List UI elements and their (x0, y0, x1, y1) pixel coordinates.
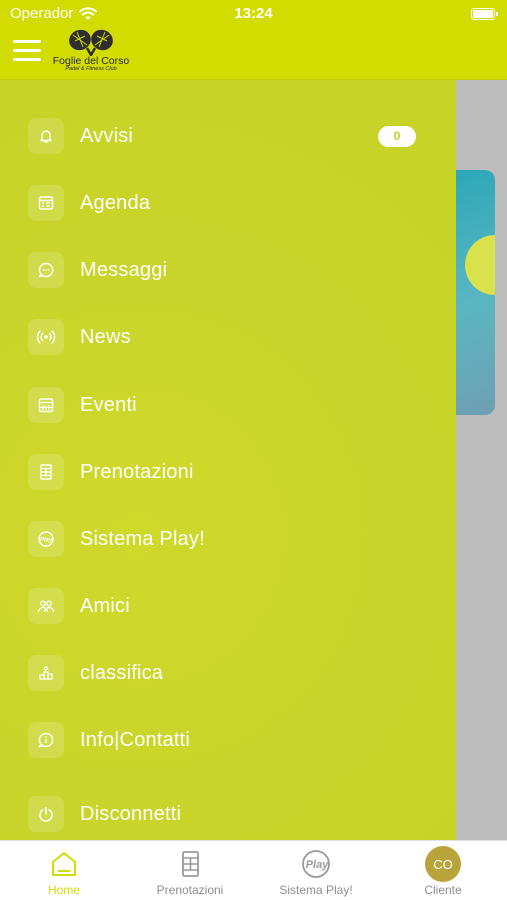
menu-item-prenotazioni[interactable]: Prenotazioni (28, 452, 438, 492)
friends-icon (28, 588, 64, 624)
play-icon: Play (28, 521, 64, 557)
hamburger-menu-icon[interactable] (13, 40, 41, 62)
play-icon: Play (256, 847, 376, 881)
menu-item-classifica[interactable]: classifica (28, 653, 438, 693)
racket-logo-icon (69, 29, 113, 56)
menu-item-agenda[interactable]: Agenda (28, 183, 438, 223)
tab-label: Sistema Play! (279, 883, 353, 897)
avatar: CO (425, 846, 461, 882)
menu-label: Amici (80, 594, 130, 617)
home-icon (4, 847, 124, 881)
menu-item-news[interactable]: News (28, 317, 438, 357)
menu-item-info-contatti[interactable]: Info|Contatti (28, 720, 438, 760)
card-image (465, 235, 495, 295)
menu-label: Prenotazioni (80, 460, 194, 483)
tab-sistema-play[interactable]: Play Sistema Play! (256, 847, 376, 897)
menu-label: Agenda (80, 191, 151, 214)
menu-item-disconnetti[interactable]: Disconnetti (28, 794, 438, 834)
battery-icon (471, 8, 498, 20)
status-bar: Operador 13:24 (0, 0, 507, 28)
menu-item-eventi[interactable]: Eventi (28, 385, 438, 425)
club-logo: Foglie del Corso Padel & Fitness Club (50, 28, 132, 78)
status-time: 13:24 (234, 5, 273, 22)
menu-item-avvisi[interactable]: Avvisi 0 (28, 116, 438, 156)
tab-home[interactable]: Home (4, 847, 124, 897)
side-drawer: Avvisi 0 Agenda Messaggi News Eventi Pre… (0, 80, 456, 840)
menu-label: Eventi (80, 393, 137, 416)
menu-item-sistema-play[interactable]: Play Sistema Play! (28, 519, 438, 559)
notification-badge: 0 (378, 126, 416, 147)
bell-icon (28, 118, 64, 154)
power-icon (28, 796, 64, 832)
tab-cliente[interactable]: CO Cliente (383, 846, 503, 897)
menu-label: Avvisi (80, 124, 134, 147)
agenda-icon (28, 185, 64, 221)
court-icon (130, 847, 250, 881)
menu-item-messaggi[interactable]: Messaggi (28, 250, 438, 290)
calendar-icon (28, 387, 64, 423)
menu-label: Disconnetti (80, 802, 182, 825)
menu-label: News (80, 325, 131, 348)
top-header: Foglie del Corso Padel & Fitness Club (0, 28, 507, 80)
info-chat-icon (28, 722, 64, 758)
menu-label: Sistema Play! (80, 527, 205, 550)
bottom-tab-bar: Home Prenotazioni Play Sistema Play! CO … (0, 840, 507, 900)
svg-text:Play: Play (306, 859, 330, 871)
menu-label: Messaggi (80, 258, 168, 281)
tab-label: Prenotazioni (156, 883, 224, 897)
svg-text:Play: Play (40, 538, 53, 544)
menu-label: Info|Contatti (80, 728, 191, 751)
logo-name: Foglie del Corso (52, 55, 130, 67)
broadcast-icon (28, 319, 64, 355)
chat-icon (28, 252, 64, 288)
avatar-container: CO (383, 846, 503, 882)
menu-item-amici[interactable]: Amici (28, 586, 438, 626)
logo-subtitle: Padel & Fitness Club (65, 66, 117, 72)
tab-label: Cliente (424, 883, 462, 897)
tab-prenotazioni[interactable]: Prenotazioni (130, 847, 250, 897)
court-icon (28, 454, 64, 490)
tab-label: Home (47, 883, 80, 897)
podium-icon (28, 655, 64, 691)
menu-label: classifica (80, 661, 164, 684)
